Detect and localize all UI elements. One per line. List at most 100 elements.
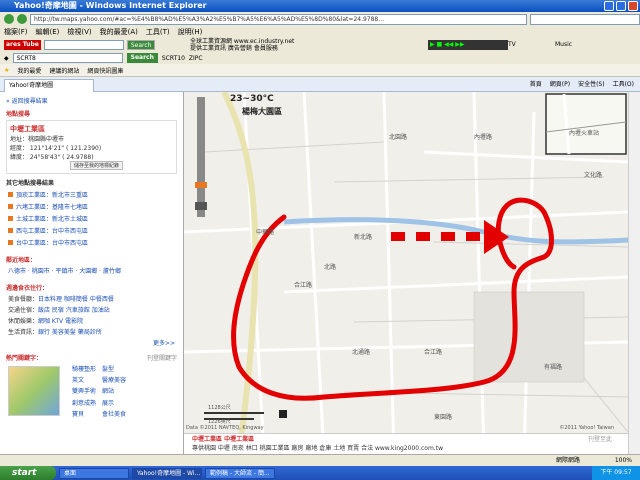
taskbar: start 桌面 Yahoo!奇摩地圖 - Wi... 範例稿 - 大師流 - … bbox=[0, 466, 640, 480]
place-info-box: 中壢工業區 地址：桃園縣中壢市 經度： 121°14'21" ( 121.239… bbox=[6, 120, 177, 174]
menu-help[interactable]: 說明(H) bbox=[178, 26, 203, 38]
related-item[interactable]: 西屯工業區：台中市西屯區 bbox=[8, 226, 175, 235]
road-label: 北園路 bbox=[389, 134, 408, 141]
maximize-button[interactable] bbox=[616, 1, 626, 11]
nearby-title: 鄰近地區： bbox=[6, 257, 37, 264]
status-bar: 網際網路 100% bbox=[0, 454, 640, 466]
hot-photo[interactable] bbox=[8, 366, 60, 416]
back-to-results-link[interactable]: « 返回搜尋結果 bbox=[6, 96, 177, 105]
place-lat: 緯度： 24°58'43" ( 24.9788) bbox=[10, 154, 94, 161]
favorites-button[interactable]: 我的最愛 bbox=[17, 66, 41, 75]
related-title: 其它地點搜尋結果 bbox=[6, 180, 55, 187]
forward-button[interactable] bbox=[17, 14, 27, 24]
window-controls bbox=[604, 1, 638, 11]
road-label: 北路 bbox=[324, 264, 337, 271]
menu-bar: 檔案(F) 編輯(E) 檢視(V) 我的最愛(A) 工具(T) 說明(H) bbox=[0, 26, 640, 38]
toolbar2-code1[interactable]: SCRT10 bbox=[162, 55, 185, 62]
task-document[interactable]: 範例稿 - 大師流 - 簡... bbox=[205, 467, 275, 479]
section-title: 地點搜尋 bbox=[6, 111, 31, 118]
toolbar-ad-line1: 全球工業資源網 www.ec.industry.net bbox=[190, 38, 295, 45]
life-title: 週邊食衣住行： bbox=[6, 285, 49, 292]
url-input[interactable]: http://tw.maps.yahoo.com/#ac=%E4%B8%AD%E… bbox=[30, 13, 527, 25]
browser-search-input[interactable] bbox=[530, 13, 640, 25]
menu-view[interactable]: 檢視(V) bbox=[67, 26, 91, 38]
road-label: 合江路 bbox=[294, 282, 313, 289]
toolbar-search-box[interactable] bbox=[43, 40, 124, 50]
home-button[interactable]: 首頁 bbox=[530, 79, 542, 91]
road-label: 有福路 bbox=[544, 364, 563, 371]
toolbar-secondary: ◆ SCRT8 Search SCRT10 ZIPC bbox=[0, 52, 640, 64]
system-clock: 下午 09:57 bbox=[592, 466, 640, 480]
toolbar2-input[interactable]: SCRT8 bbox=[12, 53, 123, 63]
menu-favorites[interactable]: 我的最愛(A) bbox=[100, 26, 138, 38]
tab-bar: Yahoo!奇摩地圖 首頁 網頁(P) 安全性(S) 工具(O) bbox=[0, 77, 640, 92]
road-label: 文化路 bbox=[584, 172, 603, 179]
hot-link[interactable]: 刊登關鍵字 bbox=[147, 353, 177, 362]
tab-yahoo-map[interactable]: Yahoo!奇摩地圖 bbox=[4, 79, 94, 92]
start-button[interactable]: start bbox=[0, 466, 56, 480]
favorites-bar: ★ 我的最愛 建議的網站 網頁快訊圖庫 bbox=[0, 64, 640, 77]
related-item[interactable]: 六堵工業區：基隆市七堵區 bbox=[8, 202, 175, 211]
toolbar2-search-button[interactable]: Search bbox=[126, 53, 158, 63]
minimize-button[interactable] bbox=[604, 1, 614, 11]
map-canvas[interactable]: 23~30°C 楊梅大園區 內壢火車站 中華路 北路 新北路 北園路 合江路 有… bbox=[184, 92, 628, 454]
copyright-left: Data ©2011 NAVTEQ, Kingway bbox=[186, 425, 264, 431]
menu-file[interactable]: 檔案(F) bbox=[4, 26, 28, 38]
page-scrollbar[interactable] bbox=[628, 92, 640, 454]
related-item[interactable]: 台中工業區：台中市西屯區 bbox=[8, 238, 175, 247]
life-row: 生活資訊：銀行 美容美髮 藥局診所 bbox=[8, 329, 102, 336]
place-address: 地址：桃園縣中壢市 bbox=[10, 136, 65, 143]
address-bar: http://tw.maps.yahoo.com/#ac=%E4%B8%AD%E… bbox=[0, 12, 640, 26]
life-row: 交通住宿：飯店 民宿 汽車旅館 加油站 bbox=[8, 307, 110, 314]
related-item[interactable]: 土城工業區：新北市土城區 bbox=[8, 214, 175, 223]
window-title: Yahoo!奇摩地圖 - Windows Internet Explorer bbox=[14, 1, 207, 10]
command-bar: 首頁 網頁(P) 安全性(S) 工具(O) bbox=[530, 79, 634, 91]
zoom-control[interactable] bbox=[195, 97, 207, 217]
star-icon: ★ bbox=[4, 66, 10, 74]
map-weather: 23~30°C bbox=[230, 94, 274, 104]
related-item[interactable]: 頂崁工業區：新北市三重區 bbox=[8, 190, 175, 199]
inset-label: 內壢火車站 bbox=[569, 130, 600, 137]
task-yahoo-map[interactable]: Yahoo!奇摩地圖 - Wi... bbox=[132, 467, 202, 479]
page-menu[interactable]: 網頁(P) bbox=[550, 79, 570, 91]
place-lon: 經度： 121°14'21" ( 121.2390) bbox=[10, 145, 102, 152]
road-label: 內壢路 bbox=[474, 134, 493, 141]
media-player-bar[interactable]: ▶ ■ ◀◀ ▶▶ bbox=[428, 40, 508, 50]
close-button[interactable] bbox=[628, 1, 638, 11]
fav-item-webslice[interactable]: 網頁快訊圖庫 bbox=[87, 66, 123, 75]
toolbar-ad[interactable]: 全球工業資源網 www.ec.industry.net 提供工業資訊 廣告營銷 … bbox=[190, 38, 330, 52]
toolbar-ad-line2: 提供工業資訊 廣告營銷 會員服務 bbox=[190, 45, 278, 52]
toolbar2-code2[interactable]: ZIPC bbox=[189, 55, 203, 62]
back-button[interactable] bbox=[4, 14, 14, 24]
save-landmark-button[interactable]: 儲存至我的地標紀錄 bbox=[70, 161, 124, 170]
road-label: 新北路 bbox=[354, 234, 373, 241]
map-place: 楊梅大園區 bbox=[242, 107, 282, 116]
hot-keywords: 騎樓墊形 髮型 英文 醫療美容 雙興手術 網站 創意成熟 展示 寶貝 會社美食 bbox=[72, 366, 127, 418]
safety-menu[interactable]: 安全性(S) bbox=[578, 79, 605, 91]
toolbar-search-button[interactable]: Search bbox=[126, 40, 156, 50]
window-titlebar: Yahoo!奇摩地圖 - Windows Internet Explorer bbox=[0, 0, 640, 12]
tools-menu[interactable]: 工具(O) bbox=[613, 79, 634, 91]
menu-tools[interactable]: 工具(T) bbox=[146, 26, 170, 38]
toolbar-primary: ares Tube Search 全球工業資源網 www.ec.industry… bbox=[0, 38, 640, 52]
tv-button[interactable]: TV bbox=[508, 41, 516, 48]
place-marker-icon[interactable] bbox=[279, 410, 287, 418]
map-svg bbox=[184, 92, 628, 454]
menu-edit[interactable]: 編輯(E) bbox=[36, 26, 60, 38]
map-ad[interactable]: 中壢工業區 中壢工業區 專供桃園 中壢 南崁 林口 桃園工業區 廠房 廠地 倉庫… bbox=[184, 433, 628, 454]
nearby-links[interactable]: 八德市 · 桃園市 · 平鎮市 · 大園鄉 · 蘆竹鄉 bbox=[8, 266, 175, 275]
task-desktop[interactable]: 桌面 bbox=[59, 467, 129, 479]
scale-bottom: 1226英尺 bbox=[208, 419, 231, 425]
toolbar-logo-icon: ◆ bbox=[4, 54, 9, 62]
music-button[interactable]: Music bbox=[555, 41, 572, 48]
inset-map[interactable] bbox=[545, 93, 627, 155]
road-label: 東園路 bbox=[434, 414, 453, 421]
map-ad-title: 中壢工業區 中壢工業區 bbox=[192, 436, 255, 443]
fav-item-suggested[interactable]: 建議的網站 bbox=[49, 66, 79, 75]
more-link[interactable]: 更多>> bbox=[8, 338, 175, 347]
road-label: 北通路 bbox=[352, 349, 371, 356]
map-ad-link[interactable]: 刊登至此 bbox=[588, 434, 612, 443]
ares-tube-badge[interactable]: ares Tube bbox=[4, 40, 41, 50]
scale-top: 1128公尺 bbox=[208, 405, 231, 411]
road-label: 合江路 bbox=[424, 349, 443, 356]
